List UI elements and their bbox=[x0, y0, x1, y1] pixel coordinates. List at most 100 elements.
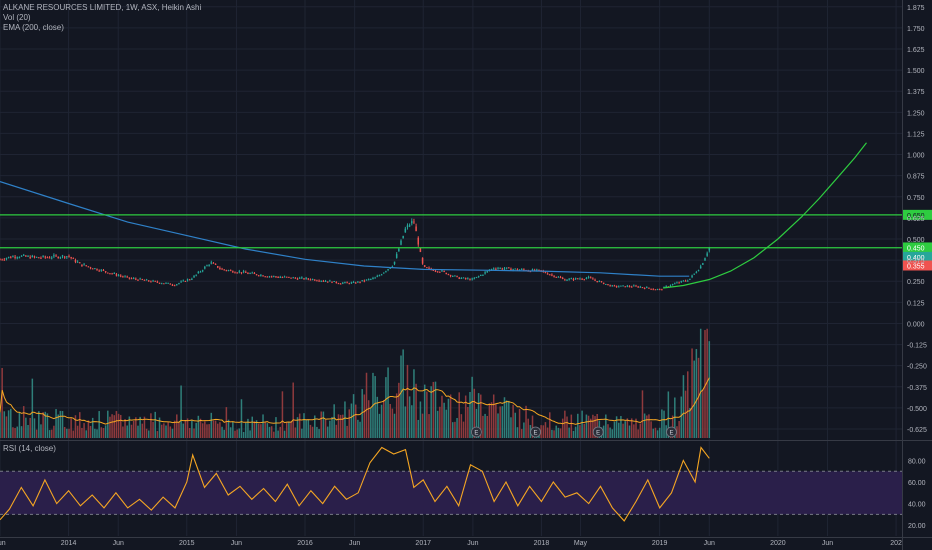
volume-bar bbox=[656, 430, 659, 438]
volume-bar bbox=[309, 424, 312, 438]
volume-bar bbox=[277, 430, 279, 438]
x-tick-label: Jun bbox=[113, 540, 124, 547]
volume-bar bbox=[1, 367, 3, 438]
candle-body bbox=[3, 259, 6, 261]
candle-body bbox=[111, 273, 113, 275]
volume-bar bbox=[512, 404, 514, 438]
volume-bar bbox=[225, 407, 228, 438]
volume-bar bbox=[460, 414, 463, 438]
candle-body bbox=[600, 281, 603, 283]
rsi-legend[interactable]: RSI (14, close) bbox=[3, 444, 56, 454]
volume-bar bbox=[219, 422, 221, 438]
earnings-marker-label: E bbox=[474, 431, 478, 437]
candle-body bbox=[423, 265, 426, 267]
candle-body bbox=[197, 271, 200, 274]
volume-bar bbox=[658, 427, 661, 438]
candle-body bbox=[102, 270, 105, 272]
candle-body bbox=[18, 257, 21, 259]
volume-bar bbox=[436, 410, 439, 438]
volume-bar bbox=[7, 410, 10, 438]
volume-bar bbox=[695, 349, 698, 438]
y-tick-label: -0.500 bbox=[907, 406, 927, 413]
volume-bar bbox=[48, 430, 51, 438]
volume-bar bbox=[568, 427, 570, 438]
volume-bar bbox=[505, 400, 508, 438]
candle-body bbox=[89, 267, 92, 269]
candle-body bbox=[508, 267, 510, 269]
volume-bar bbox=[264, 422, 266, 438]
volume-bar bbox=[0, 412, 1, 438]
candle-body bbox=[225, 270, 228, 272]
candle-body bbox=[5, 258, 8, 260]
candle-body bbox=[122, 276, 124, 278]
candle-body bbox=[648, 287, 650, 289]
candle-body bbox=[419, 248, 422, 252]
volume-bar bbox=[165, 425, 167, 438]
candle-body bbox=[620, 285, 622, 287]
candle-body bbox=[76, 261, 79, 263]
candle-body bbox=[331, 281, 333, 283]
volume-bar bbox=[221, 426, 223, 438]
candle-body bbox=[10, 257, 12, 259]
volume-bar bbox=[25, 417, 27, 438]
chart-background bbox=[0, 0, 932, 550]
volume-bar bbox=[124, 419, 126, 438]
candle-body bbox=[212, 262, 215, 264]
ema-legend[interactable]: EMA (200, close) bbox=[3, 23, 64, 33]
candle-body bbox=[109, 273, 111, 275]
candle-body bbox=[176, 284, 178, 286]
candle-body bbox=[475, 276, 478, 278]
volume-bar bbox=[240, 399, 243, 438]
earnings-marker-label: E bbox=[596, 431, 600, 437]
volume-bar bbox=[691, 348, 693, 438]
y-tick-label: 1.250 bbox=[907, 110, 925, 117]
volume-bar bbox=[484, 413, 486, 438]
y-tick-label: 1.375 bbox=[907, 89, 925, 96]
volume-bar bbox=[527, 418, 529, 438]
candle-body bbox=[210, 262, 213, 264]
volume-bar bbox=[76, 425, 79, 438]
volume-bar bbox=[311, 426, 314, 438]
candle-body bbox=[411, 221, 413, 224]
candle-body bbox=[428, 267, 430, 269]
candle-body bbox=[458, 277, 460, 279]
candle-body bbox=[182, 280, 185, 282]
y-tick-label: 0.125 bbox=[907, 300, 925, 307]
volume-bar bbox=[467, 406, 469, 438]
candle-body bbox=[303, 278, 305, 280]
candle-body bbox=[469, 279, 471, 281]
volume-bar bbox=[637, 429, 639, 438]
candle-body bbox=[342, 282, 344, 284]
candle-body bbox=[618, 286, 620, 288]
candle-body bbox=[61, 255, 64, 257]
volume-bar bbox=[98, 411, 100, 438]
candle-body bbox=[577, 278, 579, 280]
candle-body bbox=[294, 277, 297, 279]
candle-body bbox=[262, 275, 264, 277]
x-tick-label: Jun bbox=[231, 540, 242, 547]
candle-body bbox=[408, 225, 411, 227]
volume-bar bbox=[501, 406, 504, 438]
candle-body bbox=[561, 277, 564, 279]
volume-bar bbox=[137, 425, 139, 438]
candle-body bbox=[592, 278, 594, 280]
candle-body bbox=[335, 281, 338, 283]
candle-body bbox=[339, 283, 342, 285]
volume-bar bbox=[46, 413, 49, 438]
y-tick-label: 1.875 bbox=[907, 5, 925, 12]
volume-bar bbox=[654, 427, 657, 438]
y-tick-label: 0.375 bbox=[907, 258, 925, 265]
volume-bar bbox=[385, 377, 387, 438]
volume-bar bbox=[14, 427, 16, 438]
candle-body bbox=[693, 273, 695, 275]
candle-body bbox=[501, 268, 504, 270]
volume-legend[interactable]: Vol (20) bbox=[3, 13, 31, 23]
candle-body bbox=[285, 276, 288, 278]
candle-body bbox=[460, 277, 463, 279]
chart-canvas[interactable]: EEEE 80.0060.0040.0020.000.6500.4500.450… bbox=[0, 0, 932, 550]
candle-body bbox=[682, 280, 685, 282]
volume-bar bbox=[160, 424, 163, 438]
candle-body bbox=[279, 277, 282, 279]
volume-bar bbox=[33, 418, 36, 438]
chart-title[interactable]: ALKANE RESOURCES LIMITED, 1W, ASX, Heiki… bbox=[3, 3, 201, 13]
